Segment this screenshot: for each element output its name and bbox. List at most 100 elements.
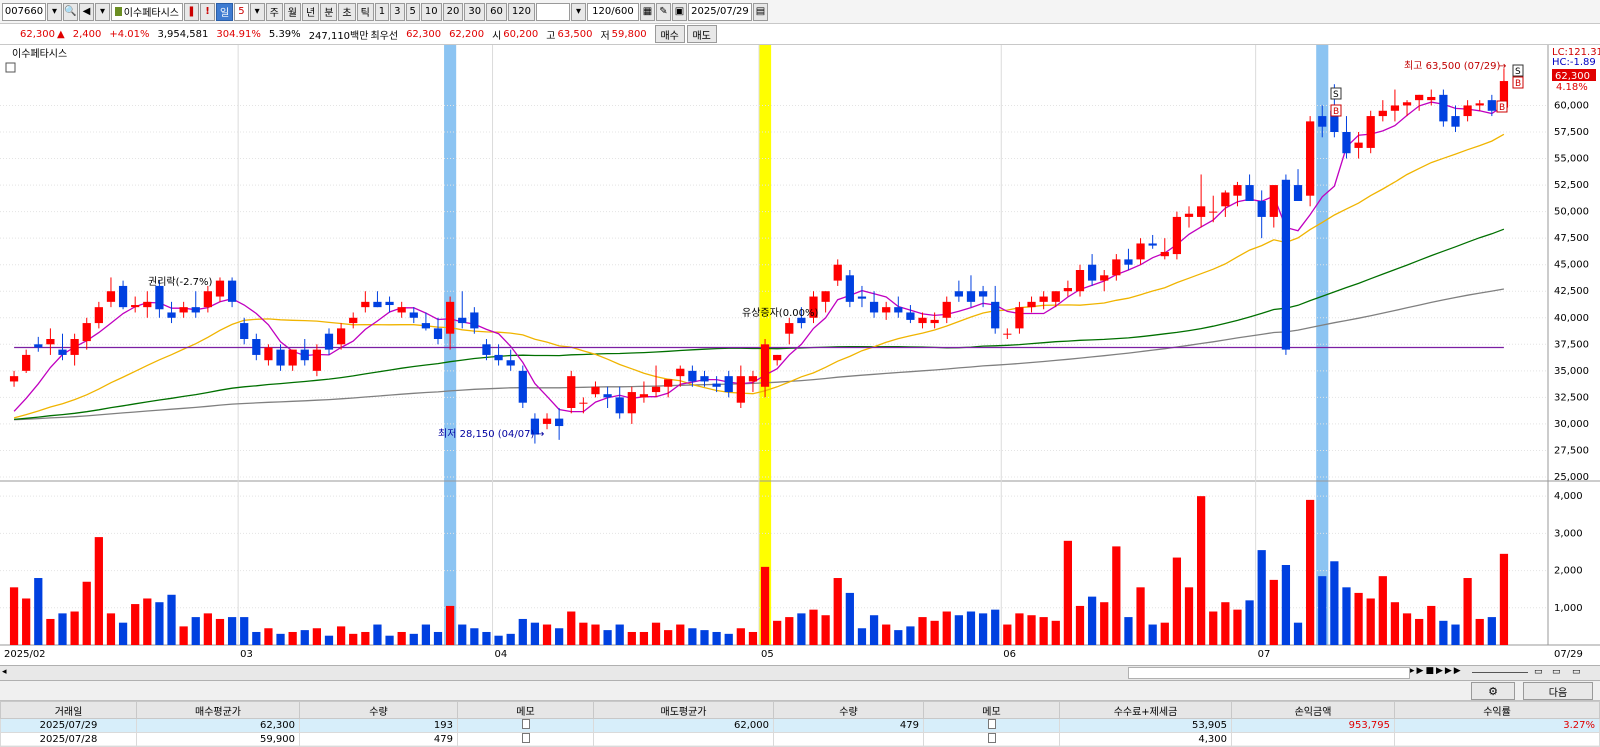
annotation-low-arrow-icon: →	[536, 429, 544, 440]
interval-30[interactable]: 30	[464, 2, 486, 21]
stop-icon[interactable]: ■	[1425, 666, 1436, 676]
bar-count-input[interactable]: 120/600	[586, 2, 639, 21]
settings-dropdown-icon[interactable]: ▾	[95, 2, 110, 21]
open-price: 60,200	[503, 28, 539, 40]
tab-minute[interactable]: 분	[320, 2, 338, 21]
candle-body	[1293, 185, 1303, 201]
memo-icon[interactable]	[987, 719, 996, 729]
next-page-button[interactable]: 다음	[1523, 682, 1593, 700]
column-header-buy-qty[interactable]: 수량	[299, 701, 458, 719]
tab-week[interactable]: 주	[265, 2, 283, 21]
stock-name-field[interactable]: 이수페타시스	[111, 2, 183, 21]
volume-bar	[70, 611, 79, 645]
code-dropdown-icon[interactable]: ▾	[47, 2, 62, 21]
price-tick-label: 47,500	[1554, 233, 1589, 244]
candle-body	[1451, 116, 1460, 127]
period-value[interactable]: 5	[234, 2, 249, 21]
custom-interval-input[interactable]	[535, 2, 570, 21]
column-header-buy-avg[interactable]: 매수평균가	[136, 701, 300, 719]
chart-panel[interactable]: 60,000 57,500 55,000 52,500 50,000 47,500 45,0…	[0, 45, 1600, 665]
cell-buy-memo[interactable]	[457, 732, 594, 747]
play-controls[interactable]: ▸▶■▶▶▶	[1410, 666, 1463, 676]
memo-icon[interactable]	[987, 733, 996, 743]
turnover-pct: 5.39%	[268, 28, 301, 40]
column-header-buy-memo[interactable]: 메모	[457, 701, 594, 719]
candlestick-chart[interactable]: 60,000 57,500 55,000 52,500 50,000 47,500 45,0…	[0, 45, 1600, 665]
zoom-in-icon[interactable]: ▭	[1552, 667, 1561, 677]
date-input[interactable]: 2025/07/29	[687, 2, 752, 21]
cell-sell-memo[interactable]	[923, 718, 1060, 733]
column-header-sell-avg[interactable]: 매도평균가	[593, 701, 774, 719]
cell-buy-qty: 193	[299, 718, 458, 733]
sell-button[interactable]: 매도	[686, 25, 717, 43]
interval-60[interactable]: 60	[486, 2, 507, 21]
column-header-fee[interactable]: 수수료+제세금	[1059, 701, 1232, 719]
chart-scrollbar[interactable]: ◂ ▸▶■▶▶▶ ▭ ▭ ▭	[0, 665, 1600, 681]
tab-day[interactable]: 일	[216, 2, 234, 21]
zoom-out-icon[interactable]: ▭	[1534, 667, 1543, 677]
interval-10[interactable]: 10	[420, 2, 442, 21]
candle-body	[748, 376, 758, 382]
candle-body	[833, 264, 842, 281]
volume-bar	[179, 626, 188, 645]
column-header-sell-memo[interactable]: 메모	[923, 701, 1060, 719]
buy-button[interactable]: 매수	[654, 25, 685, 43]
column-header-rate[interactable]: 수익률	[1394, 701, 1600, 719]
volume-bar	[1148, 624, 1157, 645]
tab-tick[interactable]: 틱	[356, 2, 374, 21]
cell-buy-memo[interactable]	[457, 718, 594, 733]
column-header-date[interactable]: 거래일	[0, 701, 137, 719]
period-dropdown-icon[interactable]: ▾	[249, 2, 265, 21]
interval-5[interactable]: 5	[405, 2, 420, 21]
best-ask: 62,300	[406, 28, 442, 40]
legend-box-icon[interactable]	[5, 62, 16, 73]
candle-body	[1439, 94, 1448, 122]
calendar-icon[interactable]: ▤	[752, 2, 768, 21]
interval-120[interactable]: 120	[507, 2, 535, 21]
zoom-slider[interactable]	[1472, 672, 1528, 673]
candle-body	[131, 305, 140, 308]
cell-date: 2025/07/28	[0, 732, 137, 747]
interval-20[interactable]: 20	[442, 2, 464, 21]
volume-bar	[312, 628, 321, 645]
table-row[interactable]: 2025/07/28 59,900 479 4,300	[0, 732, 1600, 747]
fast-forward-icon[interactable]: ▶▶	[1445, 666, 1463, 676]
interval-3[interactable]: 3	[390, 2, 405, 21]
favorite-icon[interactable]: ❚	[184, 2, 199, 21]
volume-bar	[118, 622, 128, 645]
memo-icon[interactable]	[521, 733, 530, 743]
candle-body	[94, 307, 103, 324]
volume-bar	[1051, 620, 1060, 645]
column-header-sell-qty[interactable]: 수량	[773, 701, 924, 719]
volume-bar	[567, 611, 576, 645]
table-row[interactable]: 2025/07/29 62,300 193 62,000 479 53,905 …	[0, 718, 1600, 733]
stock-code-input[interactable]: 007660	[2, 2, 46, 21]
interval-dropdown-icon[interactable]: ▾	[570, 2, 586, 21]
hc-label: HC:-1.89	[1552, 57, 1596, 68]
table-settings-icon[interactable]: ⚙	[1471, 682, 1515, 700]
candle-body	[1100, 275, 1109, 281]
tab-month[interactable]: 월	[283, 2, 301, 21]
tab-second[interactable]: 초	[338, 2, 356, 21]
search-icon[interactable]: 🔍	[63, 2, 78, 21]
volume-bar	[1487, 617, 1496, 645]
alert-icon[interactable]: !	[200, 2, 215, 21]
volume-bar	[409, 633, 418, 645]
save-icon[interactable]: ▣	[671, 2, 687, 21]
grid-icon[interactable]: ▦	[639, 2, 655, 21]
cell-sell-memo[interactable]	[923, 732, 1060, 747]
scroll-left-icon[interactable]: ◂	[2, 667, 7, 677]
candle-body	[555, 418, 564, 427]
fit-icon[interactable]: ▭	[1572, 667, 1581, 677]
speaker-icon[interactable]: ◀	[79, 2, 94, 21]
memo-icon[interactable]	[521, 719, 530, 729]
column-header-pnl[interactable]: 손익금액	[1231, 701, 1395, 719]
candle-body	[433, 328, 443, 339]
volume-bar	[760, 566, 770, 645]
interval-1[interactable]: 1	[374, 2, 390, 21]
draw-tool-icon[interactable]: ✎	[655, 2, 671, 21]
play-icon[interactable]: ▶	[1436, 666, 1445, 676]
volume-bar	[421, 624, 431, 645]
tab-year[interactable]: 년	[301, 2, 320, 21]
scroll-thumb[interactable]	[1128, 667, 1410, 679]
